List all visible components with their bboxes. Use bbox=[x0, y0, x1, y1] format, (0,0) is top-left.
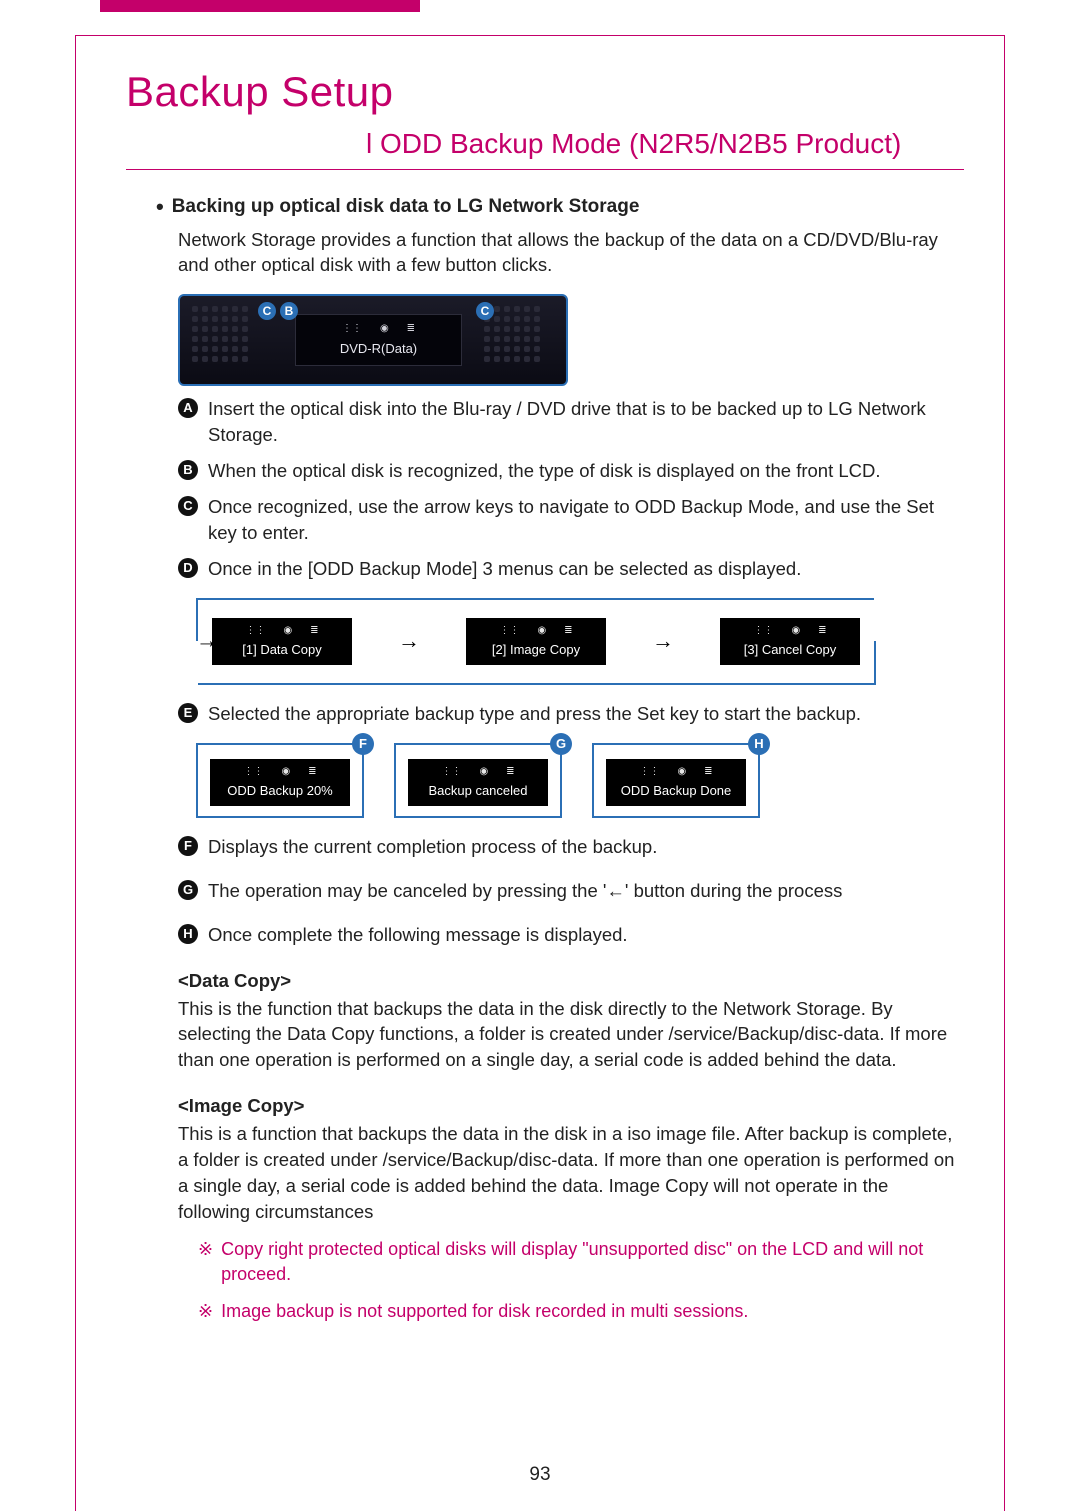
menu-lcd-2: ⋮⋮◉≣ [2] Image Copy bbox=[466, 618, 606, 665]
intro-paragraph: Network Storage provides a function that… bbox=[178, 227, 964, 279]
arrow-icon: → bbox=[398, 626, 420, 657]
status-lcd-f: ⋮⋮◉≣ ODD Backup 20% bbox=[210, 759, 350, 806]
page-subtitle: l ODD Backup Mode (N2R5/N2B5 Product) bbox=[126, 124, 964, 163]
step-badge-e: E bbox=[178, 703, 198, 723]
step-text-f: Displays the current completion process … bbox=[208, 834, 964, 860]
page: Backup Setup l ODD Backup Mode (N2R5/N2B… bbox=[0, 0, 1080, 1511]
title-block: Backup Setup l ODD Backup Mode (N2R5/N2B… bbox=[126, 63, 964, 163]
callout-c-left: C bbox=[258, 302, 276, 320]
step-d: D Once in the [ODD Backup Mode] 3 menus … bbox=[178, 556, 964, 582]
status-lcd-row: F ⋮⋮◉≣ ODD Backup 20% G ⋮⋮◉≣ Backup canc… bbox=[196, 743, 964, 818]
status-lcd-g-wrap: G ⋮⋮◉≣ Backup canceled bbox=[394, 743, 562, 818]
status-lcd-h: ⋮⋮◉≣ ODD Backup Done bbox=[606, 759, 746, 806]
status-lcd-h-text: ODD Backup Done bbox=[616, 782, 736, 800]
step-badge-a: A bbox=[178, 398, 198, 418]
status-lcd-f-wrap: F ⋮⋮◉≣ ODD Backup 20% bbox=[196, 743, 364, 818]
note-2: ※ Image backup is not supported for disk… bbox=[198, 1299, 964, 1324]
menu-lcd-1: ⋮⋮◉≣ [1] Data Copy bbox=[212, 618, 352, 665]
menu-lcd-1-text: [1] Data Copy bbox=[222, 641, 342, 659]
step-badge-f: F bbox=[178, 836, 198, 856]
step-list-2: E Selected the appropriate backup type a… bbox=[178, 701, 964, 727]
menu-lcd-3-text: [3] Cancel Copy bbox=[730, 641, 850, 659]
intro-bullet-text: Backing up optical disk data to LG Netwo… bbox=[172, 194, 640, 221]
step-a: A Insert the optical disk into the Blu-r… bbox=[178, 396, 964, 448]
step-c: C Once recognized, use the arrow keys to… bbox=[178, 494, 964, 546]
subtitle-text: ODD Backup Mode (N2R5/N2B5 Product) bbox=[380, 128, 901, 159]
status-badge-h: H bbox=[748, 733, 770, 755]
list-icon: ≣ bbox=[407, 322, 415, 336]
status-lcd-g-text: Backup canceled bbox=[418, 782, 538, 800]
menu-lcd-2-text: [2] Image Copy bbox=[476, 641, 596, 659]
page-title: Backup Setup bbox=[126, 63, 964, 122]
device-lcd: ⋮⋮ ◉ ≣ DVD-R(Data) bbox=[295, 314, 462, 366]
arrow-icon: → bbox=[652, 626, 674, 657]
device-buttons-left bbox=[192, 306, 262, 376]
reference-mark-icon: ※ bbox=[198, 1237, 213, 1287]
status-lcd-g: ⋮⋮◉≣ Backup canceled bbox=[408, 759, 548, 806]
step-list-3: F Displays the current completion proces… bbox=[178, 834, 964, 948]
title-divider bbox=[126, 169, 964, 170]
reference-mark-icon: ※ bbox=[198, 1299, 213, 1324]
step-badge-b: B bbox=[178, 460, 198, 480]
step-text-b: When the optical disk is recognized, the… bbox=[208, 458, 964, 484]
intro-bullet: • Backing up optical disk data to LG Net… bbox=[156, 194, 964, 221]
step-text-e: Selected the appropriate backup type and… bbox=[208, 701, 964, 727]
data-copy-head: <Data Copy> bbox=[178, 968, 964, 994]
subtitle-prefix: l bbox=[366, 128, 380, 159]
step-text-g: The operation may be canceled by pressin… bbox=[208, 878, 964, 904]
step-list-1: A Insert the optical disk into the Blu-r… bbox=[178, 396, 964, 581]
step-g: G The operation may be canceled by press… bbox=[178, 878, 964, 904]
step-f: F Displays the current completion proces… bbox=[178, 834, 964, 860]
step-badge-c: C bbox=[178, 496, 198, 516]
step-text-a: Insert the optical disk into the Blu-ray… bbox=[208, 396, 964, 448]
step-badge-g: G bbox=[178, 880, 198, 900]
note-1: ※ Copy right protected optical disks wil… bbox=[198, 1237, 964, 1287]
note-2-text: Image backup is not supported for disk r… bbox=[221, 1299, 748, 1324]
menu-lcd-row: → ⋮⋮◉≣ [1] Data Copy → ⋮⋮◉≣ [2] Image Co… bbox=[196, 598, 876, 685]
step-e: E Selected the appropriate backup type a… bbox=[178, 701, 964, 727]
content-frame: Backup Setup l ODD Backup Mode (N2R5/N2B… bbox=[75, 35, 1005, 1511]
status-lcd-f-text: ODD Backup 20% bbox=[220, 782, 340, 800]
step-text-c: Once recognized, use the arrow keys to n… bbox=[208, 494, 964, 546]
bullet-icon: • bbox=[156, 194, 164, 221]
status-badge-g: G bbox=[550, 733, 572, 755]
image-copy-head: <Image Copy> bbox=[178, 1093, 964, 1119]
image-copy-body: This is a function that backups the data… bbox=[178, 1121, 964, 1225]
step-h: H Once complete the following message is… bbox=[178, 922, 964, 948]
lcd-icon-row: ⋮⋮ ◉ ≣ bbox=[296, 322, 461, 336]
note-1-text: Copy right protected optical disks will … bbox=[221, 1237, 964, 1287]
device-buttons-right bbox=[484, 306, 554, 376]
step-badge-d: D bbox=[178, 558, 198, 578]
step-text-d: Once in the [ODD Backup Mode] 3 menus ca… bbox=[208, 556, 964, 582]
disc-icon: ◉ bbox=[380, 322, 389, 336]
device-lcd-text: DVD-R(Data) bbox=[296, 340, 461, 358]
data-copy-body: This is the function that backups the da… bbox=[178, 996, 964, 1074]
status-lcd-h-wrap: H ⋮⋮◉≣ ODD Backup Done bbox=[592, 743, 760, 818]
device-panel-illustration: ⋮⋮ ◉ ≣ DVD-R(Data) C B C bbox=[178, 294, 568, 386]
page-number: 93 bbox=[0, 1462, 1080, 1489]
step-badge-h: H bbox=[178, 924, 198, 944]
step-b: B When the optical disk is recognized, t… bbox=[178, 458, 964, 484]
status-badge-f: F bbox=[352, 733, 374, 755]
network-icon: ⋮⋮ bbox=[342, 322, 362, 336]
note-list: ※ Copy right protected optical disks wil… bbox=[198, 1237, 964, 1325]
menu-lcd-3: ⋮⋮◉≣ [3] Cancel Copy bbox=[720, 618, 860, 665]
step-text-h: Once complete the following message is d… bbox=[208, 922, 964, 948]
arrow-icon: → bbox=[196, 626, 218, 657]
top-tab-accent bbox=[100, 0, 420, 12]
